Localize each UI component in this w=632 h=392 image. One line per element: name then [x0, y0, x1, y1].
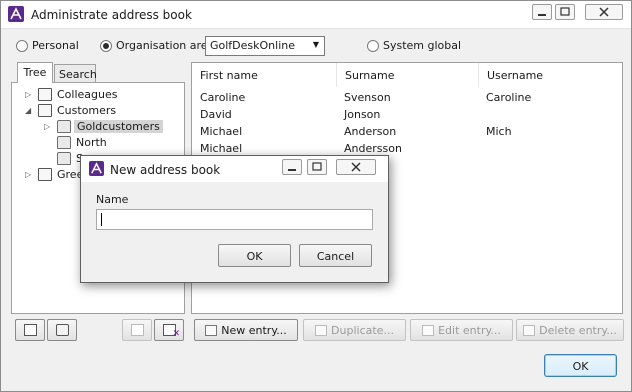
maximize-button[interactable] — [555, 4, 575, 20]
new-entry-icon — [205, 325, 218, 336]
text-caret — [101, 213, 102, 226]
duplicate-icon — [315, 325, 328, 336]
new-address-book-dialog: New address book Name OK Cancel — [80, 155, 389, 283]
new-address-book-button[interactable] — [15, 319, 45, 341]
window-title: Administrate address book — [31, 8, 192, 22]
dialog-cancel-button[interactable]: Cancel — [299, 244, 372, 267]
table-row-cell[interactable]: Jonson — [344, 108, 380, 121]
contact-card-icon — [38, 104, 52, 117]
radio-personal[interactable] — [16, 40, 28, 52]
contact-card-icon — [24, 324, 37, 336]
expand-arrow-icon[interactable]: ▷ — [25, 90, 31, 99]
dialog-close-button[interactable] — [336, 159, 376, 175]
dialog-maximize-button[interactable] — [307, 159, 327, 175]
column-header-first-name[interactable]: First name — [192, 63, 337, 87]
edit-entry-button[interactable]: Edit entry... — [410, 319, 513, 341]
folder-icon — [57, 136, 71, 149]
chevron-down-icon: ▼ — [312, 40, 319, 49]
table-row-cell[interactable]: Andersson — [344, 142, 402, 155]
table-row-cell[interactable]: Caroline — [200, 91, 245, 104]
table-row-cell[interactable]: Michael — [200, 125, 242, 138]
organisation-area-value: GolfDeskOnline — [210, 39, 296, 52]
column-header-surname[interactable]: Surname — [337, 63, 479, 87]
edit-icon — [422, 325, 435, 336]
radio-organisation-area[interactable] — [100, 40, 112, 52]
delete-icon — [523, 325, 536, 336]
folder-icon — [56, 324, 69, 336]
minimize-button[interactable] — [532, 4, 552, 20]
dialog-title: New address book — [110, 163, 221, 177]
app-logo-icon — [89, 161, 104, 176]
new-folder-button[interactable] — [47, 319, 77, 341]
delete-address-book-button[interactable]: ✕ — [154, 319, 184, 341]
duplicate-button[interactable]: Duplicate... — [303, 319, 406, 341]
new-entry-button[interactable]: New entry... — [194, 319, 298, 341]
radio-system-global[interactable] — [367, 40, 379, 52]
table-row-cell[interactable]: David — [200, 108, 232, 121]
column-header-username[interactable]: Username — [479, 63, 622, 87]
contact-card-icon — [38, 168, 52, 181]
radio-organisation-area-label: Organisation area — [116, 39, 215, 52]
tab-search[interactable]: Search — [54, 64, 97, 83]
table-row-cell[interactable]: Caroline — [486, 91, 531, 104]
delete-x-icon: ✕ — [172, 329, 180, 339]
close-button[interactable] — [585, 4, 623, 20]
tab-tree[interactable]: Tree — [17, 62, 53, 83]
folder-open-icon — [57, 120, 71, 133]
dialog-title-bar: New address book — [81, 156, 388, 182]
edit-address-book-button[interactable] — [122, 319, 152, 341]
table-row-cell[interactable]: Anderson — [344, 125, 396, 138]
table-row-cell[interactable]: Mich — [486, 125, 512, 138]
edit-icon — [131, 324, 144, 336]
radio-personal-label: Personal — [32, 39, 79, 52]
contact-card-icon — [38, 88, 52, 101]
folder-icon — [57, 152, 71, 165]
app-logo-icon — [8, 6, 24, 22]
dialog-minimize-button[interactable] — [282, 159, 302, 175]
table-row-cell[interactable]: Svenson — [344, 91, 391, 104]
delete-entry-button[interactable]: Delete entry... — [516, 319, 624, 341]
name-field-label: Name — [96, 193, 129, 206]
expand-arrow-icon[interactable]: ▷ — [25, 170, 31, 179]
collapse-arrow-icon[interactable]: ◢ — [25, 106, 31, 115]
table-row-cell[interactable]: Michael — [200, 142, 242, 155]
organisation-area-select[interactable]: GolfDeskOnline ▼ — [205, 36, 325, 56]
expand-arrow-icon[interactable]: ▷ — [44, 122, 50, 131]
title-bar: Administrate address book — [1, 1, 631, 29]
name-input[interactable] — [96, 209, 373, 230]
dialog-ok-button[interactable]: OK — [218, 244, 291, 267]
radio-system-global-label: System global — [383, 39, 462, 52]
ok-button[interactable]: OK — [544, 354, 617, 377]
